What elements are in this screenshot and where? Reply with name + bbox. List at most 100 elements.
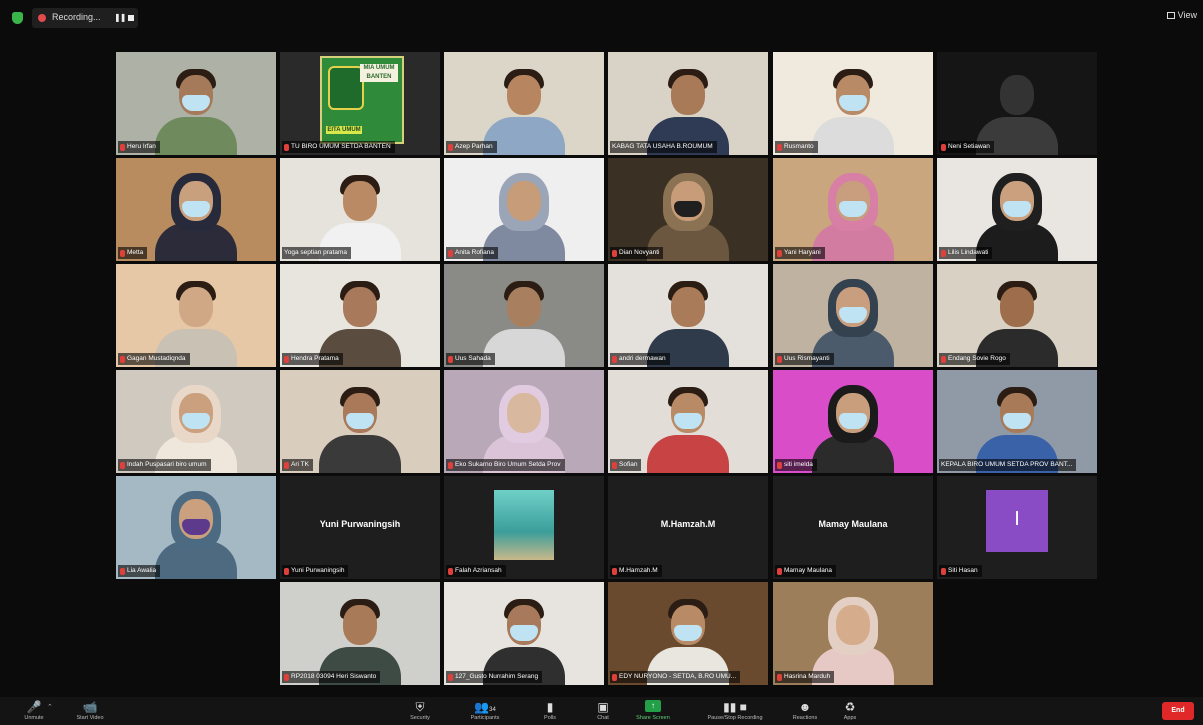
participant-tile[interactable]: Uus Sahada	[444, 264, 604, 367]
participant-tile[interactable]: KABAG TATA USAHA B.ROUMUM	[608, 52, 768, 155]
face-mask	[674, 413, 702, 429]
participant-video	[116, 158, 276, 261]
participant-tile[interactable]: Yoga septian pratama	[280, 158, 440, 261]
recording-dot-icon	[38, 14, 46, 22]
participant-video	[773, 370, 933, 473]
participant-tile[interactable]: Metta	[116, 158, 276, 261]
participant-name: siti imelda	[784, 461, 813, 468]
participant-video	[608, 582, 768, 685]
participant-name: Siti Hasan	[948, 567, 978, 574]
participant-tile[interactable]: siti imelda	[773, 370, 933, 473]
person-face	[507, 75, 541, 115]
security-button[interactable]: ⛨ Security	[400, 697, 440, 725]
shield-icon: ⛨	[415, 700, 425, 714]
share-screen-button[interactable]: ↑ Share Screen	[624, 697, 682, 725]
chat-button[interactable]: ▣ Chat	[585, 697, 621, 725]
participant-video	[608, 264, 768, 367]
participant-tile[interactable]: Neni Setiawan	[937, 52, 1097, 155]
participant-video	[280, 158, 440, 261]
participant-display-name: Yuni Purwaningsih	[319, 519, 401, 529]
participant-tile[interactable]: Heru Irfan	[116, 52, 276, 155]
apps-button[interactable]: ♻ Apps	[832, 697, 868, 725]
participant-video	[444, 158, 604, 261]
participant-name-label: 127_Gusto Nurrahim Serang	[446, 671, 543, 683]
participant-tile[interactable]: Azep Parhan	[444, 52, 604, 155]
participant-tile[interactable]: KEPALA BIRO UMUM SETDA PROV BANT...	[937, 370, 1097, 473]
mic-muted-icon	[941, 143, 946, 151]
participant-tile[interactable]: Mamay Maulana Mamay Maulana	[773, 476, 933, 579]
participant-tile[interactable]: 127_Gusto Nurrahim Serang	[444, 582, 604, 685]
participant-name-label: Mamay Maulana	[775, 565, 837, 577]
participant-video	[444, 264, 604, 367]
mic-muted-icon	[777, 143, 782, 151]
participant-tile[interactable]: Yani Haryani	[773, 158, 933, 261]
start-video-button[interactable]: 📹 Start Video	[66, 697, 114, 725]
participant-name: Gagan Mustadiqnda	[127, 355, 186, 362]
face-mask	[674, 201, 702, 217]
participant-name: Indah Puspasari biro umum	[127, 461, 207, 468]
mic-muted-icon	[448, 461, 453, 469]
face-mask	[1003, 413, 1031, 429]
participant-tile[interactable]: Rusmanto	[773, 52, 933, 155]
participant-name-label: siti imelda	[775, 459, 817, 471]
participant-video: MIA UMUM BANTEN EITA UMUM	[280, 52, 440, 155]
participants-count: 34	[489, 707, 496, 713]
person-figure	[151, 483, 241, 579]
unmute-button[interactable]: 🎤 ⌃ Unmute	[14, 697, 54, 725]
participant-tile[interactable]: Gagan Mustadiqnda	[116, 264, 276, 367]
person-face	[836, 605, 870, 645]
participant-video: I	[937, 476, 1097, 579]
participant-tile[interactable]: M.Hamzah.M M.Hamzah.M	[608, 476, 768, 579]
participant-tile[interactable]: MIA UMUM BANTEN EITA UMUM TU BIRO UMUM SET…	[280, 52, 440, 155]
video-off-icon: 📹	[82, 700, 98, 714]
polls-icon: ▮	[546, 700, 554, 714]
participant-tile[interactable]: I Siti Hasan	[937, 476, 1097, 579]
participant-tile[interactable]: Lia Awalia	[116, 476, 276, 579]
mic-muted-icon	[120, 567, 125, 575]
participant-tile[interactable]: Sofian	[608, 370, 768, 473]
participant-tile[interactable]: Falah Azriansah	[444, 476, 604, 579]
person-figure	[151, 59, 241, 155]
participant-tile[interactable]: Anita Rofiana	[444, 158, 604, 261]
emoji-icon: ☻	[798, 700, 812, 714]
mic-muted-icon	[612, 355, 617, 363]
view-label: View	[1177, 10, 1197, 20]
participant-tile[interactable]: Uus Rismayanti	[773, 264, 933, 367]
participant-tile[interactable]: Ari TK	[280, 370, 440, 473]
security-label: Security	[410, 715, 430, 721]
participant-name: Falah Azriansah	[455, 567, 502, 574]
participant-tile[interactable]: Yuni Purwaningsih Yuni Purwaningsih	[280, 476, 440, 579]
view-button[interactable]: View	[1166, 10, 1197, 20]
participant-name: Hasrina Marduh	[784, 673, 831, 680]
reactions-button[interactable]: ☻ Reactions	[782, 697, 828, 725]
participant-tile[interactable]: Eko Sukarno Biro Umum Setda Prov	[444, 370, 604, 473]
polls-button[interactable]: ▮ Polls	[532, 697, 568, 725]
participant-tile[interactable]: RP2018 03094 Heri Siswanto	[280, 582, 440, 685]
mic-muted-icon	[941, 249, 946, 257]
unmute-label: Unmute	[24, 715, 44, 721]
participant-tile[interactable]: Indah Puspasari biro umum	[116, 370, 276, 473]
security-shield-icon[interactable]	[12, 12, 23, 24]
participant-name-label: KEPALA BIRO UMUM SETDA PROV BANT...	[939, 459, 1077, 471]
participant-tile[interactable]: Hendra Pratama	[280, 264, 440, 367]
participant-tile[interactable]: Endang Sovie Rogo	[937, 264, 1097, 367]
participant-tile[interactable]: Dian Novyanti	[608, 158, 768, 261]
person-face	[343, 287, 377, 327]
meeting-toolbar: 🎤 ⌃ Unmute 📹 Start Video ⛨ Security 👥34 …	[0, 697, 1203, 725]
participant-name: Yuni Purwaningsih	[291, 567, 345, 574]
participant-tile[interactable]: Hasrina Marduh	[773, 582, 933, 685]
participant-tile[interactable]: EDY NURYONO - SETDA, B.RO UMU...	[608, 582, 768, 685]
participant-name: EDY NURYONO - SETDA, B.RO UMU...	[619, 673, 737, 680]
participant-tile[interactable]: andri dermawan	[608, 264, 768, 367]
stop-recording-icon[interactable]	[128, 15, 134, 21]
participant-name: Lilis Lindawati	[948, 249, 989, 256]
mic-muted-icon	[777, 355, 782, 363]
end-meeting-button[interactable]: End	[1162, 702, 1194, 720]
participants-button[interactable]: 👥34 Participants	[455, 697, 515, 725]
pause-recording-icon[interactable]: ❚❚	[114, 13, 126, 22]
audio-options-caret-icon[interactable]: ⌃	[47, 703, 53, 711]
pause-stop-recording-button[interactable]: ▮▮ ■ Pause/Stop Recording	[690, 697, 780, 725]
face-mask	[182, 95, 210, 111]
participant-tile[interactable]: Lilis Lindawati	[937, 158, 1097, 261]
mic-muted-icon	[941, 355, 946, 363]
